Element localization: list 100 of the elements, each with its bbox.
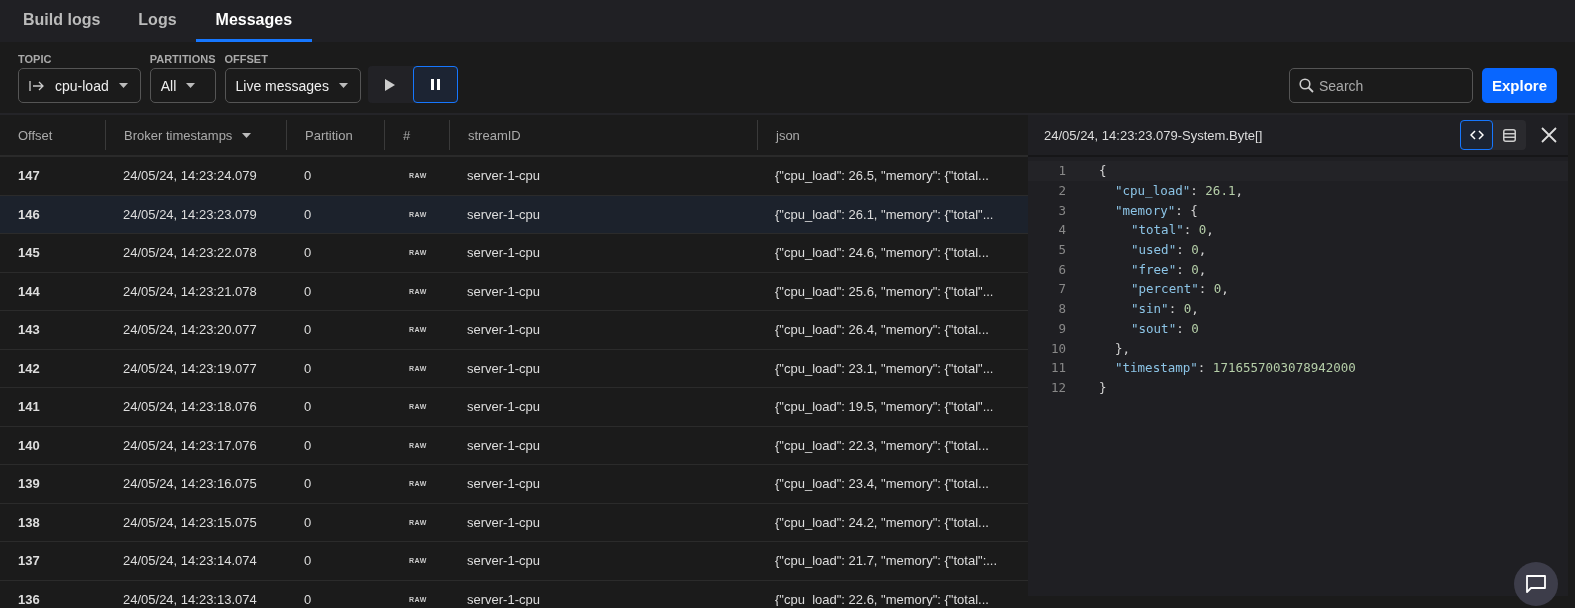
offset-cell-text: 147 [17,168,41,184]
line-number: 9 [1057,320,1066,336]
partition-cell-text: 0 [303,553,313,569]
json-cell-text: {"cpu_load": 26.5, "memory": {"total... [774,168,990,184]
partition-cell-text: 0 [303,168,313,184]
line-number: 7 [1057,281,1066,297]
stream-id-cell-text: server-1-cpu [466,360,541,376]
filter-label: PARTITIONS [149,53,216,65]
code-view-button[interactable] [1460,120,1493,150]
dropdown[interactable]: All [149,68,216,103]
code-icon [1469,130,1484,140]
stream-id-cell-text: server-1-cpu [466,476,541,492]
partition-cell-text: 0 [303,514,313,530]
offset-cell-text: 138 [17,514,41,530]
partition-cell-text: 0 [303,206,313,222]
column-header[interactable]: # [403,127,411,143]
filter-label: OFFSET [224,53,269,65]
pause-button[interactable] [412,66,458,103]
stream-id-cell-text: server-1-cpu [466,168,541,184]
table-icon [1503,128,1516,142]
offset-cell-text: 141 [17,399,41,415]
message-title: 24/05/24, 14:23:23.079-System.Byte[] [1044,127,1264,143]
json-cell-text: {"cpu_load": 26.1, "memory": {"total"... [774,206,995,222]
json-cell-text: {"cpu_load": 23.4, "memory": {"total... [774,476,990,492]
timestamp-cell-text: 24/05/24, 14:23:17.076 [122,437,258,453]
line-number: 12 [1049,379,1066,395]
partition-cell-text: 0 [303,360,313,376]
dropdown[interactable]: cpu-load [18,68,141,103]
json-cell-text: {"cpu_load": 22.6, "memory": {"total... [774,591,990,606]
chat-bubble-icon [1525,574,1547,594]
tab[interactable]: Build logs [4,0,120,42]
code-line: "memory": { [1114,202,1198,218]
column-header[interactable]: Offset [18,127,53,143]
timestamp-cell-text: 24/05/24, 14:23:19.077 [122,360,258,376]
partition-cell-text: 0 [303,322,313,338]
json-cell-text: {"cpu_load": 19.5, "memory": {"total"... [774,399,995,415]
search-field[interactable]: Search [1288,68,1473,103]
explore-button[interactable]: Explore [1481,68,1557,103]
offset-cell-text: 143 [17,322,41,338]
stream-id-cell-text: server-1-cpu [466,553,541,569]
chat-button[interactable] [1514,562,1558,606]
partition-cell-text: 0 [303,283,313,299]
code-line: "timestamp": 1716557003078942000 [1114,360,1356,376]
tab[interactable]: Logs [119,0,196,42]
json-cell-text: {"cpu_load": 23.1, "memory": {"total"... [774,360,995,376]
dropdown[interactable]: Live messages [224,68,361,103]
pause-icon [430,79,440,90]
partition-cell-text: 0 [303,437,313,453]
code-line: "used": 0, [1130,242,1207,258]
stream-id-cell-text: server-1-cpu [466,591,541,606]
code-line: "percent": 0, [1130,281,1229,297]
offset-cell-text: 146 [17,206,41,222]
caret-icon [338,83,348,88]
code-line: "sout": 0 [1130,320,1199,336]
timestamp-cell-text: 24/05/24, 14:23:23.079 [122,206,258,222]
line-number: 6 [1057,261,1066,277]
json-cell-text: {"cpu_load": 24.2, "memory": {"total... [774,514,990,530]
partition-cell-text: 0 [303,476,313,492]
search-icon [1298,78,1314,93]
column-header[interactable]: Partition [305,127,353,143]
stream-id-cell-text: server-1-cpu [466,245,541,261]
caret-icon [186,83,196,88]
tab[interactable]: Messages [195,0,313,42]
timestamp-cell-text: 24/05/24, 14:23:14.074 [122,553,258,569]
stream-id-cell-text: server-1-cpu [466,206,541,222]
play-icon [385,78,396,91]
code-line: "free": 0, [1130,261,1207,277]
timestamp-cell-text: 24/05/24, 14:23:24.079 [122,168,258,184]
line-number: 10 [1049,340,1066,356]
line-number: 4 [1057,222,1066,238]
timestamp-cell-text: 24/05/24, 14:23:13.074 [122,591,258,606]
stream-id-cell-text: server-1-cpu [466,399,541,415]
line-number: 5 [1057,242,1066,258]
column-header[interactable]: json [776,127,800,143]
stream-id-cell-text: server-1-cpu [466,283,541,299]
filter-label: TOPIC [18,53,53,65]
line-number: 8 [1057,301,1066,317]
json-cell-text: {"cpu_load": 22.3, "memory": {"total... [774,437,990,453]
offset-cell-text: 142 [17,360,41,376]
offset-cell-text: 139 [17,476,41,492]
json-cell-text: {"cpu_load": 25.6, "memory": {"total"... [774,283,995,299]
close-icon [1541,127,1557,143]
line-number: 3 [1057,202,1066,218]
offset-cell-text: 137 [17,553,41,569]
caret-icon [242,132,252,138]
code-line: "cpu_load": 26.1, [1114,183,1243,199]
code-line: { [1098,163,1107,179]
json-cell-text: {"cpu_load": 26.4, "memory": {"total... [774,322,990,338]
code-line: }, [1114,340,1131,356]
timestamp-cell-text: 24/05/24, 14:23:15.075 [122,514,258,530]
column-header[interactable]: Broker timestamps [124,127,233,143]
timestamp-cell-text: 24/05/24, 14:23:22.078 [122,245,258,261]
offset-cell-text: 136 [17,591,41,606]
code-line: "sin": 0, [1130,301,1199,317]
column-header[interactable]: streamID [468,127,521,143]
line-number: 2 [1057,183,1066,199]
partition-cell-text: 0 [303,399,313,415]
line-number: 1 [1057,163,1066,179]
offset-cell-text: 144 [17,283,41,299]
timestamp-cell-text: 24/05/24, 14:23:21.078 [122,283,258,299]
